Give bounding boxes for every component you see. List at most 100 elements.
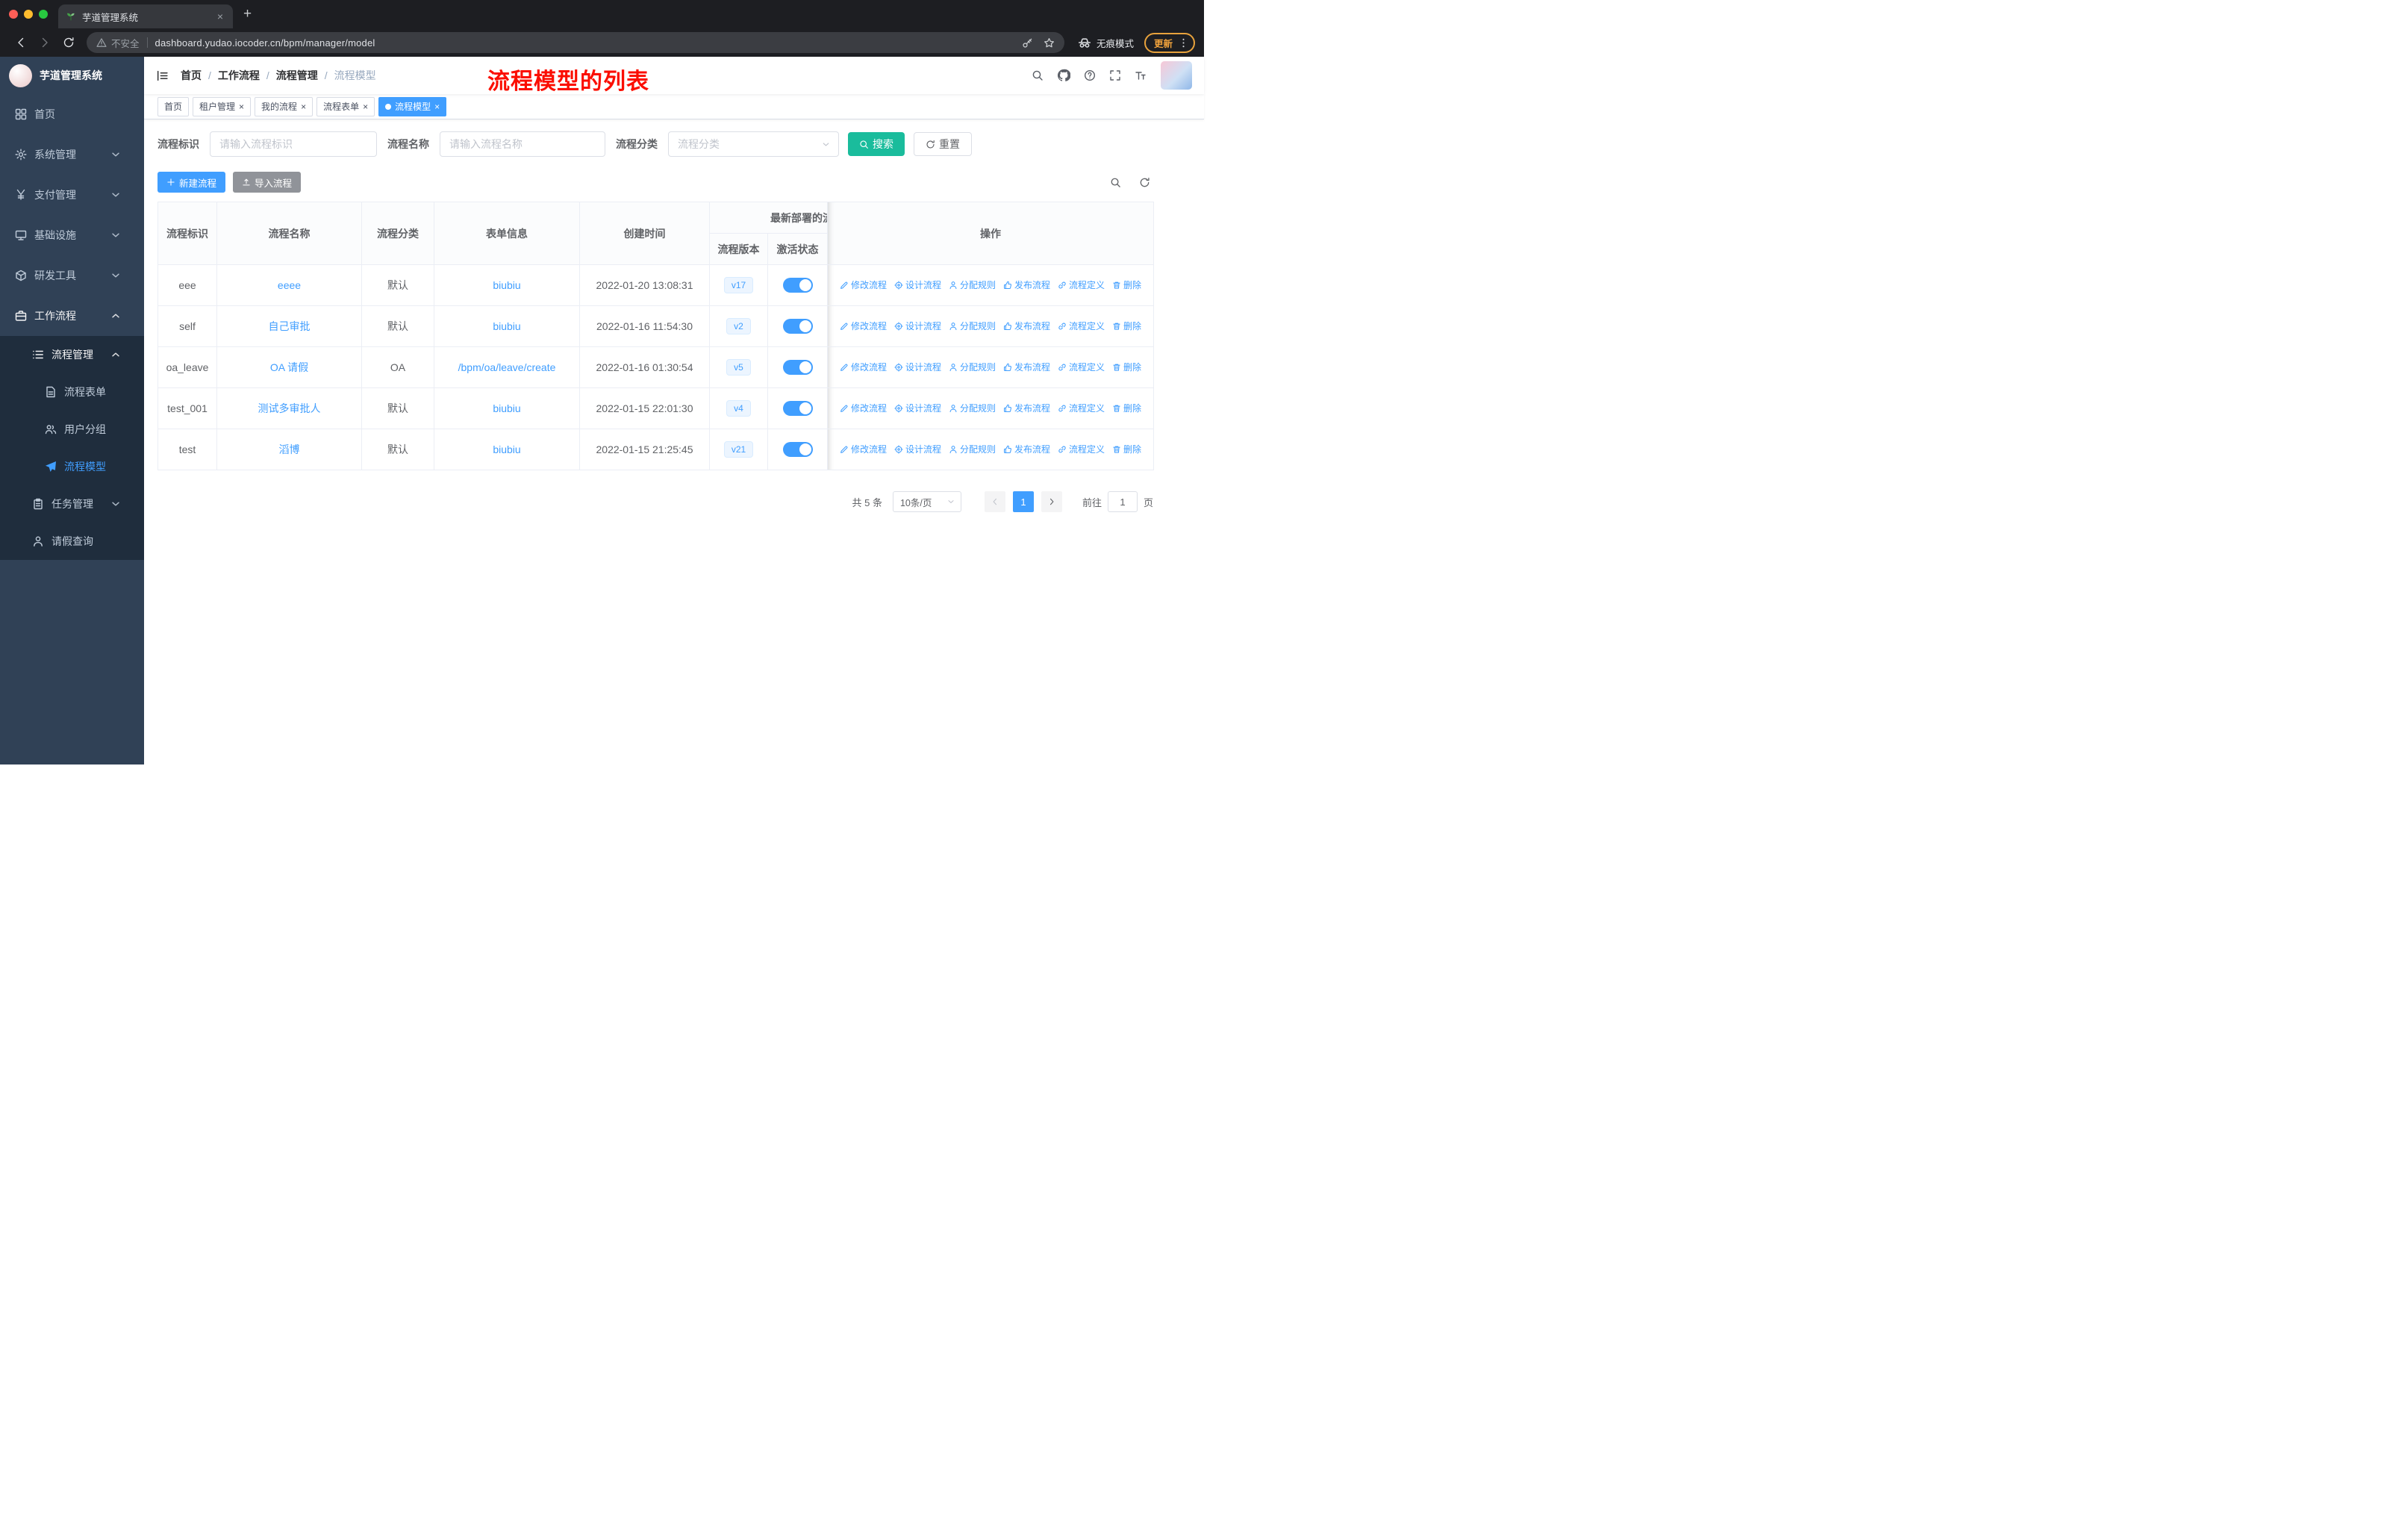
create-process-button[interactable]: 新建流程 [157,172,226,193]
browser-update-button[interactable]: 更新 [1144,32,1195,53]
question-icon[interactable] [1077,69,1102,81]
active-toggle[interactable] [782,442,813,457]
action-design[interactable]: 设计流程 [894,278,941,291]
window-minimize-button[interactable] [24,10,33,19]
breadcrumb-item[interactable]: 首页 [181,68,202,83]
window-close-button[interactable] [9,10,18,19]
active-toggle[interactable] [782,401,813,416]
fullscreen-icon[interactable] [1102,69,1128,81]
toggle-search-button[interactable] [1110,177,1121,188]
process-name-link[interactable]: OA 请假 [270,361,308,373]
window-zoom-button[interactable] [39,10,48,19]
search-icon[interactable] [1025,69,1050,81]
action-definition[interactable]: 流程定义 [1058,361,1105,373]
action-edit[interactable]: 修改流程 [840,402,887,414]
sidebar-item-devtools[interactable]: 研发工具 [0,255,144,296]
action-delete[interactable]: 删除 [1112,278,1141,291]
security-status[interactable]: 不安全 [96,36,140,50]
action-design[interactable]: 设计流程 [894,402,941,414]
sidebar-item-infrastructure[interactable]: 基础设施 [0,215,144,255]
fontsize-icon[interactable] [1128,69,1153,81]
action-assign-rule[interactable]: 分配规则 [949,402,996,414]
sidebar-item-workflow[interactable]: 工作流程 [0,296,144,336]
process-name-link[interactable]: 滔博 [279,443,300,455]
action-delete[interactable]: 删除 [1112,443,1141,455]
active-toggle[interactable] [782,278,813,293]
process-id-input[interactable] [210,131,377,157]
browser-tab[interactable]: 芋道管理系统 × [58,4,233,28]
action-definition[interactable]: 流程定义 [1058,278,1105,291]
action-edit[interactable]: 修改流程 [840,320,887,332]
action-publish[interactable]: 发布流程 [1003,320,1050,332]
action-definition[interactable]: 流程定义 [1058,402,1105,414]
action-delete[interactable]: 删除 [1112,320,1141,332]
import-process-button[interactable]: 导入流程 [233,172,302,193]
form-info-link[interactable]: biubiu [493,443,520,455]
action-publish[interactable]: 发布流程 [1003,443,1050,455]
breadcrumb-item[interactable]: 流程管理 [276,68,318,83]
form-info-link[interactable]: biubiu [493,320,520,332]
tag-close-icon[interactable]: × [363,102,368,111]
user-avatar[interactable] [1161,61,1192,90]
browser-reload-button[interactable] [57,37,81,49]
sidebar-item-leave-query[interactable]: 请假查询 [0,523,144,560]
tag-process-model[interactable]: 流程模型 × [378,96,447,116]
action-publish[interactable]: 发布流程 [1003,361,1050,373]
tag-close-icon[interactable]: × [301,102,306,111]
action-delete[interactable]: 删除 [1112,402,1141,414]
tag-process-form[interactable]: 流程表单 × [316,96,375,116]
form-info-link[interactable]: biubiu [493,279,520,291]
search-button[interactable]: 搜索 [848,132,905,156]
browser-back-button[interactable] [9,37,33,49]
sidebar-collapse-icon[interactable] [156,69,169,82]
action-assign-rule[interactable]: 分配规则 [949,361,996,373]
page-size-select[interactable]: 10条/页 [892,491,961,512]
sidebar-item-user-group[interactable]: 用户分组 [0,411,144,448]
active-toggle[interactable] [782,360,813,375]
tag-close-icon[interactable]: × [239,102,244,111]
action-design[interactable]: 设计流程 [894,443,941,455]
page-1-button[interactable]: 1 [1012,491,1034,512]
form-info-link[interactable]: /bpm/oa/leave/create [458,361,556,373]
sidebar-item-payment[interactable]: 支付管理 [0,175,144,215]
active-toggle[interactable] [782,319,813,334]
process-name-link[interactable]: eeee [278,279,301,291]
sidebar-item-system[interactable]: 系统管理 [0,134,144,175]
process-name-link[interactable]: 测试多审批人 [258,402,321,414]
sidebar-item-process-model[interactable]: 流程模型 [0,448,144,485]
action-assign-rule[interactable]: 分配规则 [949,320,996,332]
breadcrumb-item[interactable]: 工作流程 [218,68,260,83]
browser-menu-icon[interactable] [1178,37,1189,49]
refresh-table-button[interactable] [1139,177,1150,188]
app-logo[interactable]: 芋道管理系统 [0,57,144,94]
address-bar[interactable]: 不安全 dashboard.yudao.iocoder.cn/bpm/manag… [87,32,1064,53]
action-assign-rule[interactable]: 分配规则 [949,443,996,455]
action-publish[interactable]: 发布流程 [1003,402,1050,414]
goto-page-input[interactable] [1107,491,1138,512]
action-edit[interactable]: 修改流程 [840,278,887,291]
action-edit[interactable]: 修改流程 [840,443,887,455]
tag-tenant-manage[interactable]: 租户管理 × [193,96,252,116]
browser-forward-button[interactable] [33,37,57,49]
process-name-input[interactable] [440,131,605,157]
action-definition[interactable]: 流程定义 [1058,443,1105,455]
tag-my-process[interactable]: 我的流程 × [255,96,314,116]
github-icon[interactable] [1050,69,1077,82]
action-design[interactable]: 设计流程 [894,361,941,373]
prev-page-button[interactable] [984,491,1005,512]
form-info-link[interactable]: biubiu [493,402,520,414]
tag-close-icon[interactable]: × [434,102,440,111]
action-definition[interactable]: 流程定义 [1058,320,1105,332]
action-publish[interactable]: 发布流程 [1003,278,1050,291]
action-assign-rule[interactable]: 分配规则 [949,278,996,291]
process-name-link[interactable]: 自己审批 [269,320,311,332]
sidebar-item-home[interactable]: 首页 [0,94,144,134]
category-select[interactable]: 流程分类 [668,131,839,157]
sidebar-item-process-form[interactable]: 流程表单 [0,373,144,411]
password-key-icon[interactable] [1022,37,1033,49]
sidebar-item-process-manage[interactable]: 流程管理 [0,336,144,373]
action-design[interactable]: 设计流程 [894,320,941,332]
tag-home[interactable]: 首页 [157,96,190,116]
new-tab-button[interactable]: + [243,6,252,22]
action-delete[interactable]: 删除 [1112,361,1141,373]
